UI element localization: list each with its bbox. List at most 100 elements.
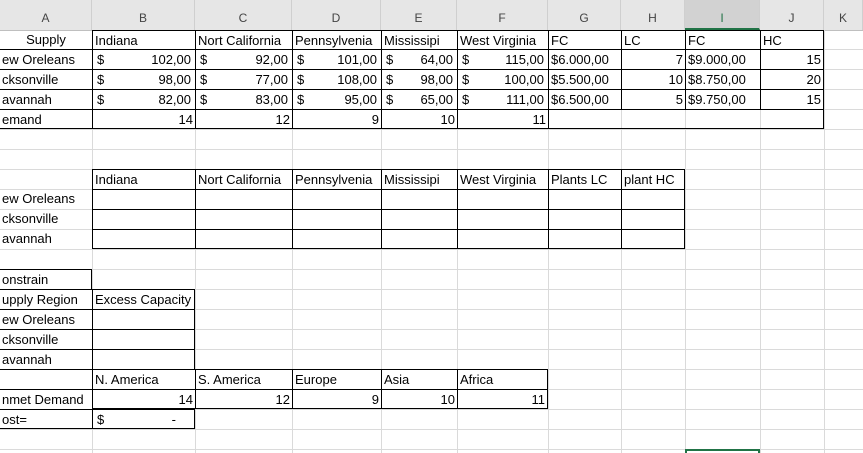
cell-c3[interactable]: $77,00 [195, 69, 292, 89]
row-label[interactable]: avannah [0, 89, 92, 109]
cell-h4[interactable]: 5 [621, 89, 685, 109]
supply-header[interactable]: Supply [0, 30, 92, 50]
cell-h11[interactable] [621, 229, 685, 249]
cell-h10[interactable] [621, 209, 685, 229]
cell-b10[interactable] [92, 209, 195, 229]
unmet-c[interactable]: 12 [195, 389, 292, 409]
region-africa[interactable]: Africa [457, 369, 548, 389]
column-header-f[interactable]: F [457, 0, 548, 30]
cell-c9[interactable] [195, 189, 292, 209]
excess-capacity-cell[interactable] [92, 329, 195, 349]
cell-f11[interactable] [457, 229, 548, 249]
cell-f1[interactable]: West Virginia [457, 30, 548, 50]
cell-h1[interactable]: LC [621, 30, 685, 50]
cell-c1[interactable]: Nort California [195, 30, 292, 50]
cell-d1[interactable]: Pennsylvenia [292, 30, 381, 50]
row-label[interactable]: ew Oreleans [0, 309, 92, 329]
unmet-b[interactable]: 14 [92, 389, 195, 409]
column-header-c[interactable]: C [195, 0, 292, 30]
cell-e3[interactable]: $98,00 [381, 69, 457, 89]
cell-j1[interactable]: HC [760, 30, 824, 50]
cell-h9[interactable] [621, 189, 685, 209]
row-label[interactable]: ew Oreleans [0, 189, 92, 209]
cell-f9[interactable] [457, 189, 548, 209]
cell-e4[interactable]: $65,00 [381, 89, 457, 109]
cell-e2[interactable]: $64,00 [381, 49, 457, 69]
column-header-k[interactable]: K [824, 0, 863, 30]
column-header-i[interactable]: I [685, 0, 760, 30]
column-header-a[interactable]: A [0, 0, 92, 30]
column-header-g[interactable]: G [548, 0, 621, 30]
row-label[interactable]: ew Oreleans [0, 49, 92, 69]
row-label[interactable]: cksonville [0, 329, 92, 349]
cost-label[interactable]: ost= [0, 409, 92, 429]
cell-d9[interactable] [292, 189, 381, 209]
cell-g5-merged[interactable] [548, 109, 824, 129]
cell-g4[interactable]: $6.500,00 [548, 89, 621, 109]
excess-capacity-cell[interactable] [92, 349, 195, 369]
cell-f4[interactable]: $111,00 [457, 89, 548, 109]
cell-e9[interactable] [381, 189, 457, 209]
cell-c10[interactable] [195, 209, 292, 229]
column-header-e[interactable]: E [381, 0, 457, 30]
cell-c11[interactable] [195, 229, 292, 249]
cell-c8[interactable]: Nort California [195, 169, 292, 189]
region-asia[interactable]: Asia [381, 369, 457, 389]
cell-h2[interactable]: 7 [621, 49, 685, 69]
cell-f5[interactable]: 11 [457, 109, 548, 129]
unmet-e[interactable]: 10 [381, 389, 457, 409]
cell-c2[interactable]: $92,00 [195, 49, 292, 69]
row-label[interactable]: cksonville [0, 209, 92, 229]
cell-g8[interactable]: Plants LC [548, 169, 621, 189]
region-europe[interactable]: Europe [292, 369, 381, 389]
cell-g9[interactable] [548, 189, 621, 209]
row-label[interactable]: avannah [0, 349, 92, 369]
cell-d8[interactable]: Pennsylvenia [292, 169, 381, 189]
cell-b1[interactable]: Indiana [92, 30, 195, 50]
cell-f8[interactable]: West Virginia [457, 169, 548, 189]
unmet-demand-label[interactable]: nmet Demand [0, 389, 92, 409]
column-header-b[interactable]: B [92, 0, 195, 30]
column-header-d[interactable]: D [292, 0, 381, 30]
cell-b4[interactable]: $82,00 [92, 89, 195, 109]
cell-j4[interactable]: 15 [760, 89, 824, 109]
cell-j3[interactable]: 20 [760, 69, 824, 89]
total-cost-cell[interactable]: $ - [92, 409, 195, 429]
cell-f10[interactable] [457, 209, 548, 229]
unmet-d[interactable]: 9 [292, 389, 381, 409]
cell-d10[interactable] [292, 209, 381, 229]
cell-e8[interactable]: Mississipi [381, 169, 457, 189]
cell-g2[interactable]: $6.000,00 [548, 49, 621, 69]
region-n-america[interactable]: N. America [92, 369, 195, 389]
cell-f2[interactable]: $115,00 [457, 49, 548, 69]
cell-e1[interactable]: Mississipi [381, 30, 457, 50]
cell-d4[interactable]: $95,00 [292, 89, 381, 109]
cell-g10[interactable] [548, 209, 621, 229]
cell-b3[interactable]: $98,00 [92, 69, 195, 89]
cell-i4[interactable]: $9.750,00 [685, 89, 760, 109]
cell-b5[interactable]: 14 [92, 109, 195, 129]
cell-g1[interactable]: FC [548, 30, 621, 50]
cell-b9[interactable] [92, 189, 195, 209]
cell-d3[interactable]: $108,00 [292, 69, 381, 89]
excess-capacity-header[interactable]: Excess Capacity [92, 289, 195, 309]
cell-b11[interactable] [92, 229, 195, 249]
row-label[interactable]: cksonville [0, 69, 92, 89]
cell-c5[interactable]: 12 [195, 109, 292, 129]
cell-j2[interactable]: 15 [760, 49, 824, 69]
cell-e10[interactable] [381, 209, 457, 229]
region-s-america[interactable]: S. America [195, 369, 292, 389]
column-header-j[interactable]: J [760, 0, 824, 30]
cell-c4[interactable]: $83,00 [195, 89, 292, 109]
row-label[interactable]: avannah [0, 229, 92, 249]
cell-i2[interactable]: $9.000,00 [685, 49, 760, 69]
cell-i3[interactable]: $8.750,00 [685, 69, 760, 89]
column-header-h[interactable]: H [621, 0, 685, 30]
cell-e11[interactable] [381, 229, 457, 249]
supply-region-header[interactable]: upply Region [0, 289, 92, 309]
cell-b2[interactable]: $102,00 [92, 49, 195, 69]
cell-i1[interactable]: FC [685, 30, 760, 50]
active-cell-selection[interactable] [685, 449, 760, 453]
unmet-f[interactable]: 11 [457, 389, 548, 409]
cell-d5[interactable]: 9 [292, 109, 381, 129]
